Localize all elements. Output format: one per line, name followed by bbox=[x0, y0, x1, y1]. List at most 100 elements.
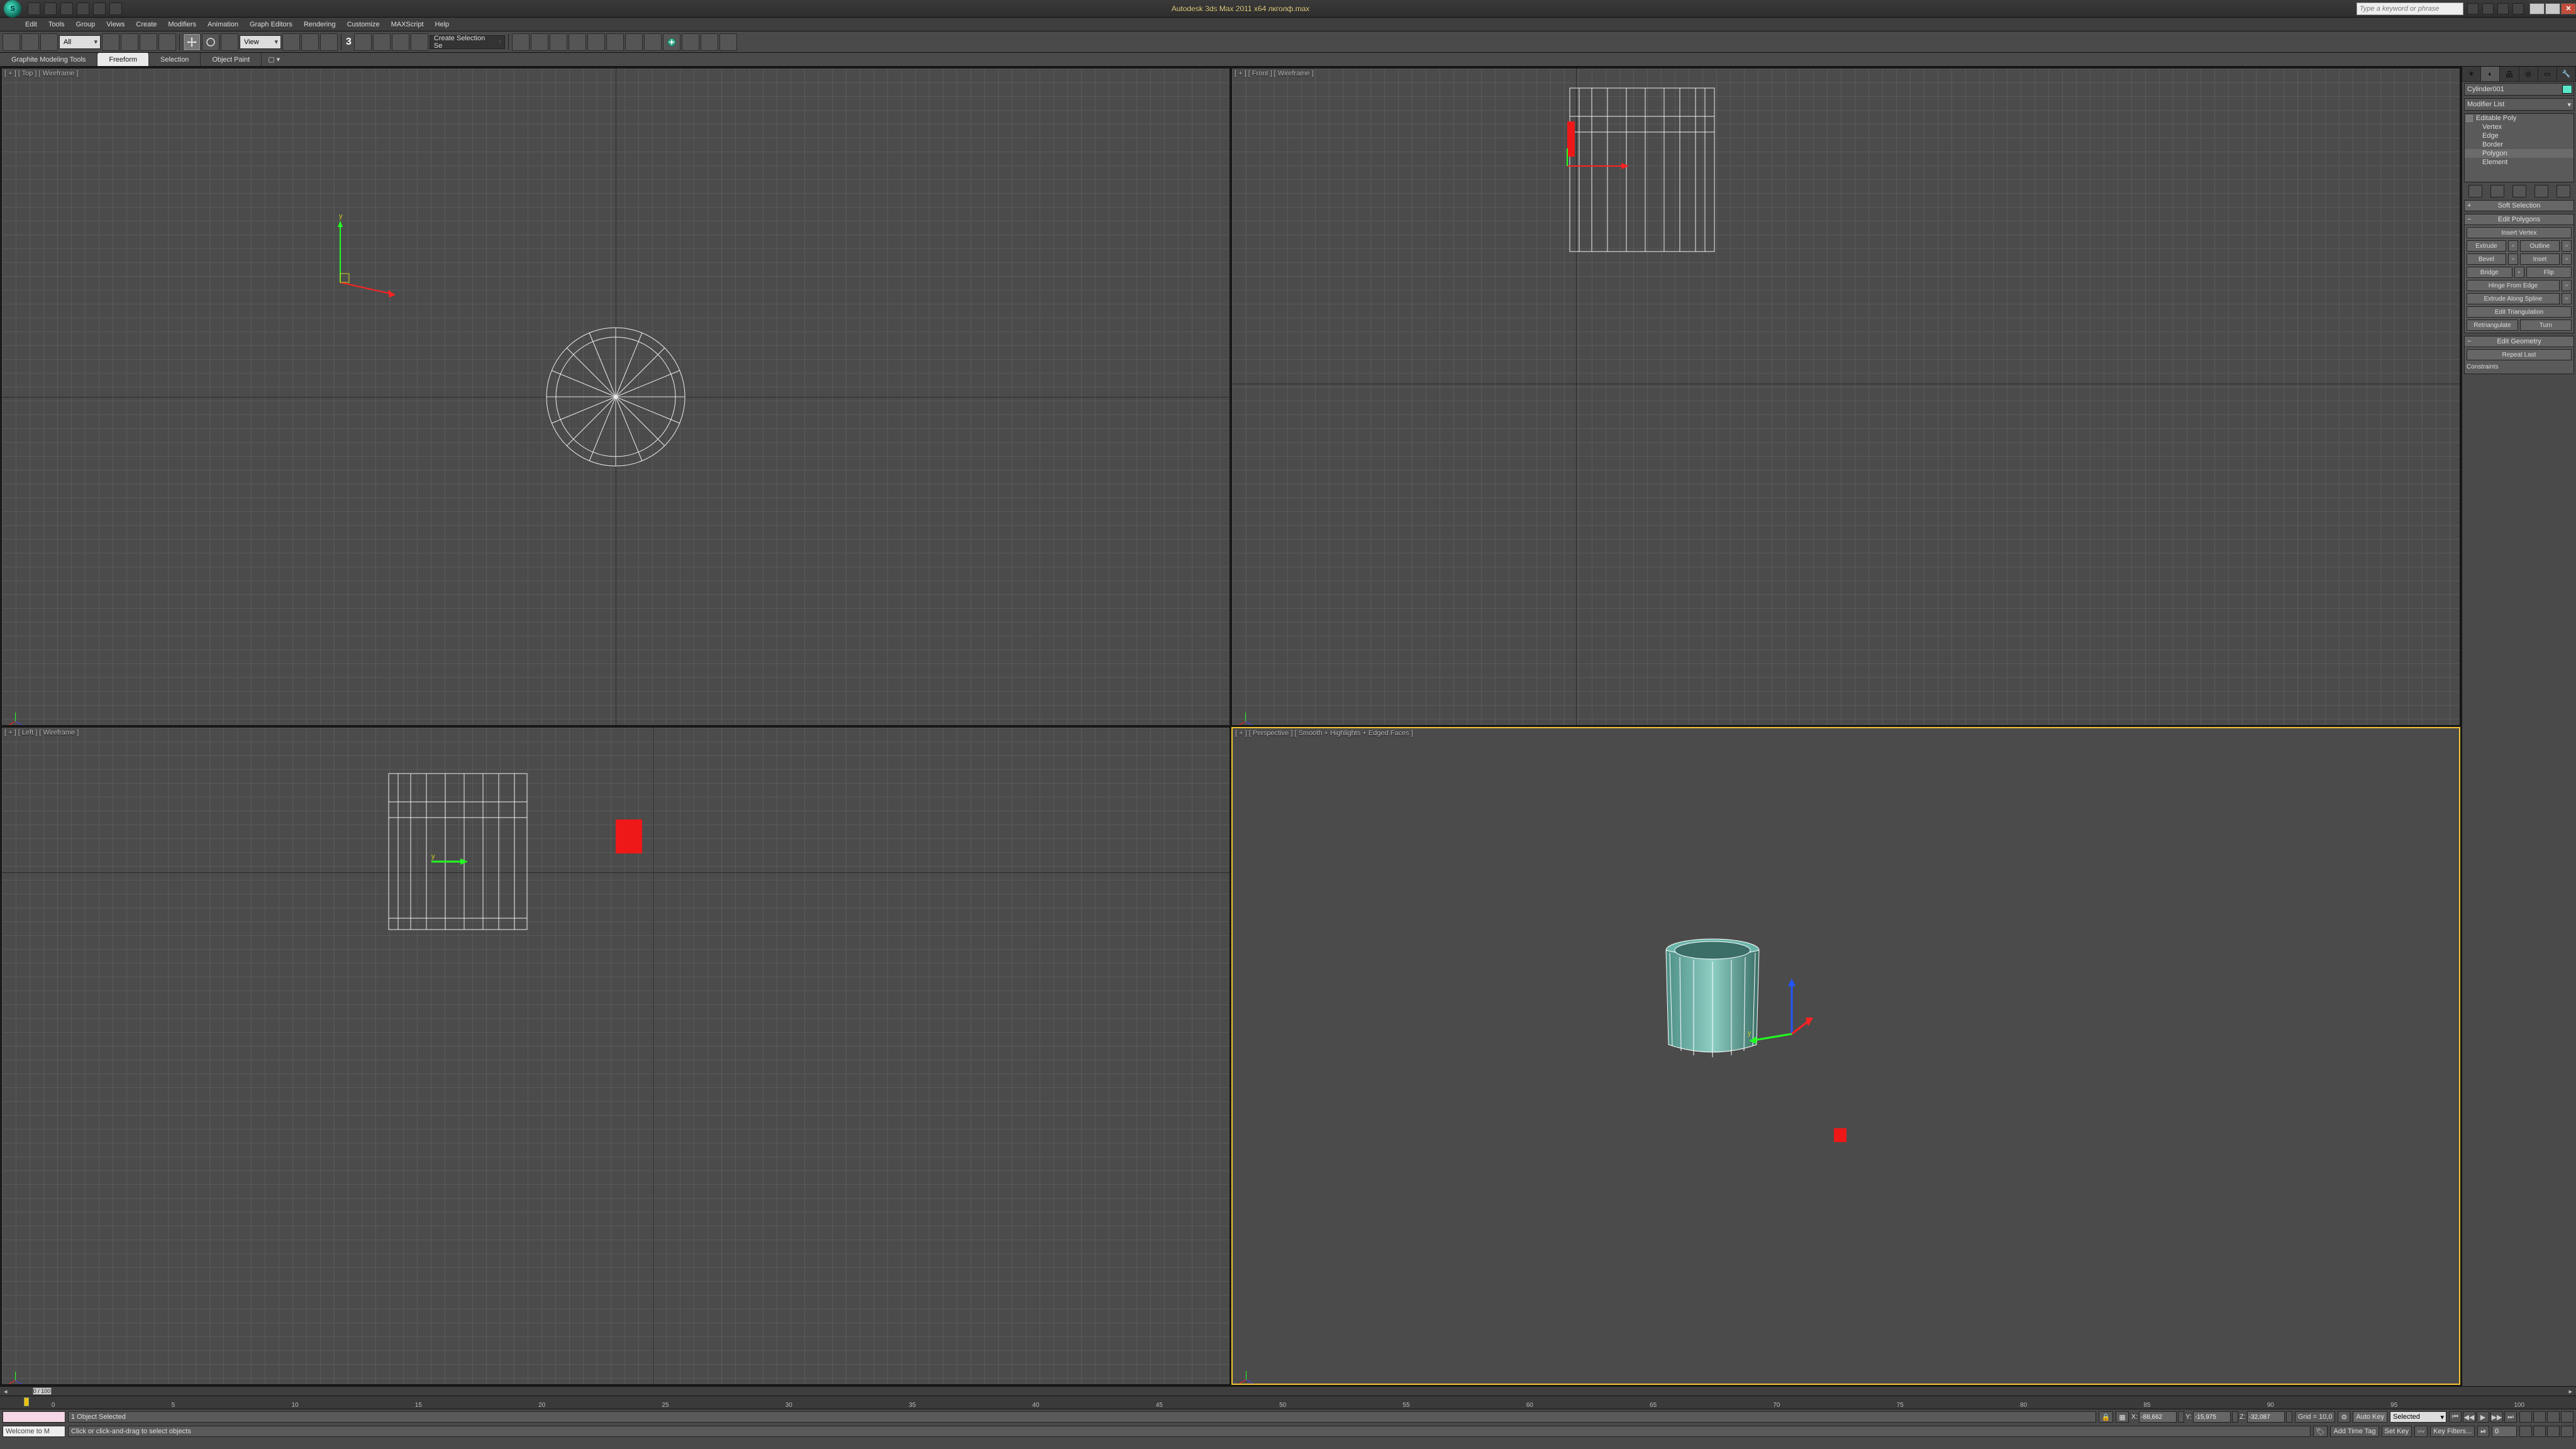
percent-snap-icon[interactable] bbox=[373, 33, 391, 51]
panel-hierarchy-icon[interactable]: 品 bbox=[2500, 67, 2519, 81]
pan-icon[interactable] bbox=[2533, 1426, 2546, 1437]
configure-sets-icon[interactable] bbox=[2557, 185, 2570, 197]
sub-vertex[interactable]: Vertex bbox=[2465, 123, 2573, 131]
window-close[interactable]: ✕ bbox=[2561, 3, 2576, 14]
zoom-all-icon[interactable] bbox=[2533, 1411, 2546, 1423]
qat-new-icon[interactable] bbox=[28, 3, 40, 15]
repeat-last-button[interactable]: Repeat Last bbox=[2467, 349, 2572, 360]
bind-spacewarp-icon[interactable] bbox=[40, 33, 58, 51]
modifier-list-combo[interactable]: Modifier List bbox=[2464, 98, 2574, 111]
object-name-field[interactable] bbox=[2465, 86, 2561, 93]
menu-graph-editors[interactable]: Graph Editors bbox=[250, 21, 292, 28]
app-icon[interactable]: S bbox=[4, 0, 21, 18]
panel-utilities-icon[interactable]: 🔧 bbox=[2557, 67, 2576, 81]
menu-group[interactable]: Group bbox=[76, 21, 96, 28]
fov-icon[interactable] bbox=[2519, 1426, 2532, 1437]
keyboard-shortcut-icon[interactable] bbox=[320, 33, 338, 51]
render-production-icon[interactable] bbox=[663, 33, 680, 51]
render-setup-icon[interactable] bbox=[625, 33, 643, 51]
coord-z-spinner[interactable] bbox=[2286, 1411, 2292, 1423]
render-iterative-icon[interactable] bbox=[682, 33, 699, 51]
viewport-front-label[interactable]: [ + ] [ Front ] [ Wireframe ] bbox=[1235, 70, 1314, 77]
auto-key-button[interactable]: Auto Key bbox=[2353, 1411, 2387, 1423]
coord-x[interactable] bbox=[2139, 1411, 2177, 1423]
prev-frame-icon[interactable]: ◀◀ bbox=[2463, 1411, 2475, 1423]
adaptive-degrad-icon[interactable]: ⚙ bbox=[2338, 1411, 2350, 1423]
teapot-icon[interactable] bbox=[719, 33, 737, 51]
retriangulate-button[interactable]: Retriangulate bbox=[2467, 319, 2518, 331]
layers-icon[interactable] bbox=[550, 33, 567, 51]
sub-polygon[interactable]: Polygon bbox=[2465, 149, 2573, 158]
menu-maxscript[interactable]: MAXScript bbox=[391, 21, 424, 28]
menu-help[interactable]: Help bbox=[435, 21, 450, 28]
zoom-extents-icon[interactable] bbox=[2547, 1411, 2560, 1423]
panel-display-icon[interactable]: ▭ bbox=[2538, 67, 2557, 81]
angle-snap-icon[interactable] bbox=[354, 33, 372, 51]
gizmo-left[interactable]: y bbox=[431, 846, 513, 877]
gizmo-front[interactable] bbox=[1563, 147, 1664, 185]
hinge-settings-icon[interactable]: ▫ bbox=[2562, 280, 2572, 291]
timeline-right-arrow[interactable]: ▸ bbox=[2568, 1387, 2572, 1396]
zoom-extents-all-icon[interactable] bbox=[2561, 1411, 2573, 1423]
stack-collapse-icon[interactable] bbox=[2466, 115, 2473, 122]
rollout-soft-selection[interactable]: +Soft Selection bbox=[2464, 200, 2574, 211]
select-by-name-icon[interactable] bbox=[121, 33, 138, 51]
move-icon[interactable] bbox=[183, 33, 201, 51]
qat-open-icon[interactable] bbox=[44, 3, 57, 15]
qat-file-link-icon[interactable] bbox=[109, 3, 122, 15]
goto-start-icon[interactable]: ⏮ bbox=[2449, 1411, 2462, 1423]
window-crossing-icon[interactable] bbox=[158, 33, 176, 51]
menu-create[interactable]: Create bbox=[136, 21, 157, 28]
rotate-icon[interactable] bbox=[202, 33, 219, 51]
show-end-result-icon[interactable] bbox=[2490, 185, 2504, 197]
coord-y-spinner[interactable] bbox=[2232, 1411, 2238, 1423]
key-filters-button[interactable]: Key Filters... bbox=[2430, 1426, 2475, 1437]
pin-stack-icon[interactable] bbox=[2468, 185, 2482, 197]
modifier-stack[interactable]: Editable Poly Vertex Edge Border Polygon… bbox=[2464, 113, 2574, 182]
outline-settings-icon[interactable]: ▫ bbox=[2562, 240, 2572, 252]
qat-undo-icon[interactable] bbox=[77, 3, 89, 15]
menu-modifiers[interactable]: Modifiers bbox=[168, 21, 196, 28]
bridge-settings-icon[interactable]: ▫ bbox=[2514, 267, 2524, 278]
menu-views[interactable]: Views bbox=[106, 21, 125, 28]
flip-button[interactable]: Flip bbox=[2526, 267, 2572, 278]
next-frame-icon[interactable]: ▶▶ bbox=[2490, 1411, 2503, 1423]
orbit-icon[interactable] bbox=[2547, 1426, 2560, 1437]
extrude-settings-icon[interactable]: ▫ bbox=[2508, 240, 2518, 252]
current-frame-field[interactable] bbox=[2492, 1426, 2517, 1437]
align-icon[interactable] bbox=[531, 33, 548, 51]
rect-region-icon[interactable] bbox=[140, 33, 157, 51]
outline-button[interactable]: Outline bbox=[2520, 240, 2560, 252]
viewport-left[interactable]: [ + ] [ Left ] [ Wireframe ] y bbox=[1, 727, 1230, 1385]
edit-tri-button[interactable]: Edit Triangulation bbox=[2467, 306, 2572, 318]
menu-edit[interactable]: Edit bbox=[25, 21, 37, 28]
pivot-center-icon[interactable] bbox=[282, 33, 300, 51]
coord-y[interactable] bbox=[2193, 1411, 2231, 1423]
manipulate-icon[interactable] bbox=[301, 33, 319, 51]
scale-icon[interactable] bbox=[221, 33, 238, 51]
lock-selection-icon[interactable]: 🔒 bbox=[2099, 1411, 2114, 1423]
hinge-button[interactable]: Hinge From Edge bbox=[2467, 280, 2560, 291]
named-selection-combo[interactable]: Create Selection Se bbox=[430, 35, 505, 49]
trackbar[interactable]: 0510 152025 303540 455055 606570 758085 … bbox=[0, 1396, 2576, 1409]
isolate-icon[interactable]: ▦ bbox=[2116, 1411, 2128, 1423]
ribbon-tab-graphite[interactable]: Graphite Modeling Tools bbox=[0, 53, 97, 66]
select-link-icon[interactable] bbox=[3, 33, 20, 51]
extrude-spline-settings-icon[interactable]: ▫ bbox=[2562, 293, 2572, 304]
qat-save-icon[interactable] bbox=[60, 3, 73, 15]
stack-root[interactable]: Editable Poly bbox=[2476, 114, 2516, 122]
set-key-button[interactable]: Set Key bbox=[2382, 1426, 2412, 1437]
remove-modifier-icon[interactable] bbox=[2534, 185, 2548, 197]
gizmo-top[interactable]: y bbox=[321, 213, 397, 314]
infocenter-icon[interactable] bbox=[2467, 3, 2479, 14]
viewport-perspective[interactable]: [ + ] [ Perspective ] [ Smooth + Highlig… bbox=[1231, 727, 2460, 1385]
rollout-edit-polygons[interactable]: −Edit Polygons bbox=[2464, 214, 2574, 225]
viewport-left-label[interactable]: [ + ] [ Left ] [ Wireframe ] bbox=[4, 729, 79, 736]
inset-button[interactable]: Inset bbox=[2520, 253, 2560, 265]
help-icon[interactable] bbox=[2512, 3, 2524, 14]
search-input[interactable]: Type a keyword or phrase bbox=[2357, 3, 2463, 15]
panel-create-icon[interactable]: ✳ bbox=[2462, 67, 2481, 81]
spinner-snap-icon[interactable] bbox=[392, 33, 409, 51]
rollout-edit-geometry[interactable]: −Edit Geometry bbox=[2464, 336, 2574, 347]
ribbon-expand-icon[interactable]: ▢ ▾ bbox=[268, 55, 280, 64]
